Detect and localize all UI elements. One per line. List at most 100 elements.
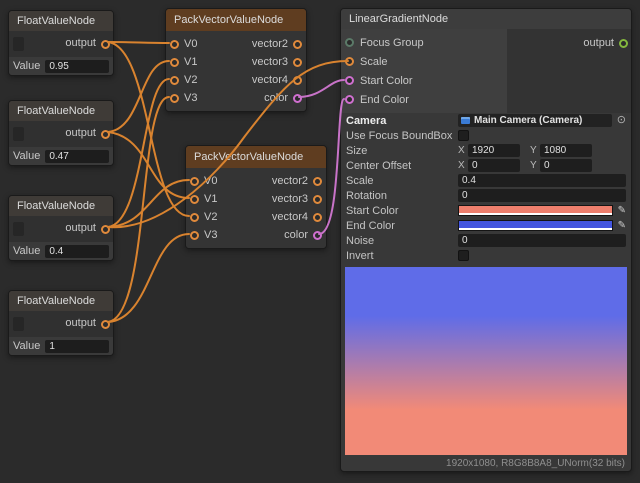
start-color-port[interactable] [345,76,354,85]
node-title: FloatValueNode [9,196,113,216]
rotation-field[interactable]: 0 [458,189,626,202]
output-port-color[interactable] [293,94,302,103]
node-body: V0 vector2 V1 vector3 V2 vector4 V3 colo… [166,31,306,111]
preview-caption: 1920x1080, R8G8B8A8_UNorm(32 bits) [341,457,631,471]
start-color-swatch[interactable] [458,205,613,216]
noise-field[interactable]: 0 [458,234,626,247]
output-port[interactable] [101,130,110,139]
size-y-label: Y [530,145,540,156]
output-port[interactable] [619,39,628,48]
noise-label: Noise [346,235,458,247]
end-color-swatch[interactable] [458,220,613,231]
port-row: Scale [341,52,507,71]
input-label: V0 [184,38,197,50]
use-focus-row: Use Focus BoundBox [341,128,631,143]
scale-label: Scale [346,175,458,187]
value-input[interactable]: 0.47 [45,150,109,163]
input-label: V2 [204,211,217,223]
eyedropper-icon[interactable]: ✎ [618,220,626,232]
invert-checkbox[interactable] [458,250,469,261]
value-row: Value 0.47 [9,147,113,165]
input-label: V2 [184,74,197,86]
output-port-vector2[interactable] [293,40,302,49]
start-color-port-label: Start Color [360,75,413,87]
port-row: V0 vector2 [186,172,326,190]
pack-vector-node-1[interactable]: PackVectorValueNode V0 vector2 V1 vector… [165,8,307,112]
node-body: output [9,121,113,147]
input-port-v3[interactable] [170,94,179,103]
port-row: Focus Group [341,33,507,52]
output-port-vector4[interactable] [313,213,322,222]
output-port[interactable] [101,225,110,234]
wire[interactable] [108,97,169,322]
pack-vector-node-2[interactable]: PackVectorValueNode V0 vector2 V1 vector… [185,145,327,249]
input-port-v1[interactable] [190,195,199,204]
wire[interactable] [108,61,169,132]
input-port-v0[interactable] [190,177,199,186]
size-x-field[interactable]: 1920 [468,144,520,157]
node-title: PackVectorValueNode [166,9,306,31]
port-row: V3 color [166,89,306,107]
float-value-node-4[interactable]: FloatValueNode output Value 1 [8,290,114,356]
scale-field[interactable]: 0.4 [458,174,626,187]
input-port-v0[interactable] [170,40,179,49]
size-x-label: X [458,145,468,156]
input-label: V3 [204,229,217,241]
output-label: output [65,222,96,234]
scale-port[interactable] [345,57,354,66]
invert-row: Invert [341,248,631,263]
input-port-v2[interactable] [170,76,179,85]
wire[interactable] [108,42,169,43]
output-port-vector3[interactable] [293,58,302,67]
gradient-node-ports: Focus Group Scale Start Color End Color … [341,29,631,113]
wire[interactable] [108,234,189,322]
center-y-label: Y [530,160,540,171]
output-port[interactable] [101,320,110,329]
output-port-vector3[interactable] [313,195,322,204]
camera-object-field[interactable]: Main Camera (Camera) [458,114,612,127]
invert-label: Invert [346,250,458,262]
node-inset [13,127,24,141]
wire[interactable] [108,132,189,198]
start-color-row: Start Color ✎ [341,203,631,218]
output-port-vector4[interactable] [293,76,302,85]
output-label: output [65,37,96,49]
linear-gradient-node[interactable]: LinearGradientNode Focus Group Scale Sta… [340,8,632,472]
node-body: output [9,311,113,337]
camera-value: Main Camera (Camera) [474,115,582,126]
value-label: Value [13,245,40,257]
use-focus-checkbox[interactable] [458,130,469,141]
output-label: vector4 [252,74,288,86]
value-input[interactable]: 1 [45,340,109,353]
float-value-node-2[interactable]: FloatValueNode output Value 0.47 [8,100,114,166]
value-row: Value 0.95 [9,57,113,75]
value-input[interactable]: 0.95 [45,60,109,73]
float-value-node-1[interactable]: FloatValueNode output Value 0.95 [8,10,114,76]
port-row: V3 color [186,226,326,244]
wire[interactable] [108,180,189,227]
port-row: V1 vector3 [166,53,306,71]
output-port-vector2[interactable] [313,177,322,186]
input-port-v1[interactable] [170,58,179,67]
eyedropper-icon[interactable]: ✎ [618,205,626,217]
port-row: End Color [341,90,507,109]
node-title: LinearGradientNode [341,9,631,29]
wire[interactable] [108,79,169,227]
port-row: V0 vector2 [166,35,306,53]
input-port-v3[interactable] [190,231,199,240]
center-y-field[interactable]: 0 [540,159,592,172]
value-label: Value [13,340,40,352]
output-port-color[interactable] [313,231,322,240]
value-input[interactable]: 0.4 [45,245,109,258]
input-label: V3 [184,92,197,104]
output-port[interactable] [101,40,110,49]
float-value-node-3[interactable]: FloatValueNode output Value 0.4 [8,195,114,261]
rotation-label: Rotation [346,190,458,202]
object-picker-icon[interactable]: ⊙ [617,114,626,127]
end-color-port[interactable] [345,95,354,104]
size-y-field[interactable]: 1080 [540,144,592,157]
input-port-v2[interactable] [190,213,199,222]
output-label: output [583,37,614,49]
focus-group-port[interactable] [345,38,354,47]
center-x-field[interactable]: 0 [468,159,520,172]
